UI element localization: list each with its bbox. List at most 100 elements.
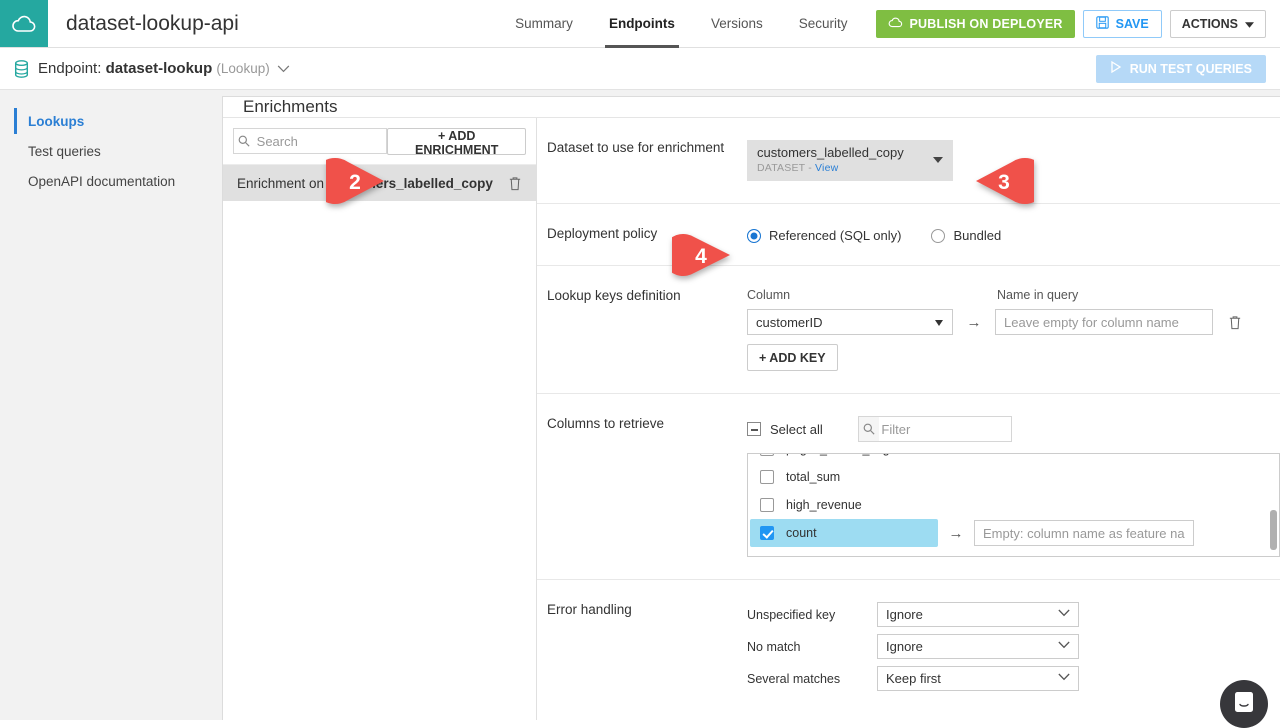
- sidebar: Lookups Test queries OpenAPI documentati…: [0, 90, 222, 720]
- chevron-down-icon: [933, 157, 943, 163]
- floppy-disk-icon: [1096, 16, 1109, 32]
- error-handling-section: Error handling Unspecified key Ignore: [537, 580, 1280, 720]
- columns-list-scrollbar[interactable]: [1270, 510, 1277, 550]
- name-in-query-header: Name in query: [997, 288, 1078, 302]
- lookup-key-name-input[interactable]: [995, 309, 1213, 335]
- endpoint-bar: Endpoint: dataset-lookup (Lookup) RUN TE…: [0, 48, 1280, 90]
- endpoint-name: dataset-lookup: [106, 60, 213, 77]
- chevron-down-icon: [1058, 672, 1070, 684]
- radio-bundled[interactable]: [931, 229, 945, 243]
- tab-security[interactable]: Security: [781, 0, 866, 48]
- column-name: total_sum: [786, 470, 840, 484]
- deployment-policy-options: Referenced (SQL only) Bundled: [747, 226, 1280, 243]
- unspecified-key-label: Unspecified key: [747, 608, 877, 622]
- save-label: SAVE: [1116, 17, 1149, 31]
- add-enrichment-button[interactable]: + ADD ENRICHMENT: [387, 128, 526, 155]
- unspecified-key-select[interactable]: Ignore: [877, 602, 1079, 627]
- column-name: high_revenue: [786, 498, 862, 512]
- tab-versions[interactable]: Versions: [693, 0, 781, 48]
- deployment-policy-section: Deployment policy Referenced (SQL only) …: [537, 204, 1280, 266]
- sidebar-item-test-queries[interactable]: Test queries: [0, 136, 222, 166]
- chevron-down-icon: [1058, 608, 1070, 620]
- column-feature-name-input[interactable]: [974, 520, 1194, 546]
- error-handling-label: Error handling: [547, 602, 747, 698]
- tab-summary[interactable]: Summary: [497, 0, 591, 48]
- dataset-select[interactable]: customers_labelled_copy DATASET - View: [747, 140, 953, 181]
- column-item-high-revenue[interactable]: high_revenue: [748, 491, 1279, 519]
- columns-to-retrieve-label: Columns to retrieve: [547, 416, 747, 557]
- add-key-button[interactable]: + ADD KEY: [747, 344, 838, 371]
- column-row-count: count →: [748, 519, 1279, 547]
- dataset-view-link[interactable]: View: [815, 162, 838, 174]
- sidebar-item-openapi-documentation[interactable]: OpenAPI documentation: [0, 166, 222, 196]
- annotation-marker-2-number: 2: [333, 158, 377, 208]
- unspecified-key-value: Ignore: [886, 607, 923, 622]
- lookup-key-column-value: customerID: [756, 315, 822, 330]
- lookup-keys-section: Lookup keys definition Column Name in qu…: [537, 266, 1280, 394]
- dataset-subtext: DATASET - View: [757, 161, 927, 175]
- filter-box[interactable]: [858, 416, 1012, 442]
- run-test-queries-button[interactable]: RUN TEST QUERIES: [1096, 55, 1266, 83]
- search-input[interactable]: [255, 133, 387, 150]
- chevron-down-icon[interactable]: [277, 61, 290, 76]
- cloud-icon: [888, 17, 903, 31]
- no-match-label: No match: [747, 640, 877, 654]
- main-area: Lookups Test queries OpenAPI documentati…: [0, 90, 1280, 720]
- database-icon: [14, 60, 29, 78]
- annotation-marker-3-number: 3: [982, 158, 1026, 208]
- select-all-label: Select all: [770, 422, 823, 437]
- error-handling-row-several-matches: Several matches Keep first: [747, 666, 1280, 691]
- radio-bundled-label: Bundled: [953, 228, 1001, 243]
- tab-endpoints[interactable]: Endpoints: [591, 0, 693, 48]
- filter-input[interactable]: [879, 421, 1010, 438]
- select-all-row: Select all: [747, 416, 1280, 442]
- endpoint-type: (Lookup): [216, 61, 269, 76]
- save-button[interactable]: SAVE: [1083, 10, 1162, 38]
- endpoint-prefix: Endpoint:: [38, 60, 101, 77]
- radio-referenced[interactable]: [747, 229, 761, 243]
- column-item-count[interactable]: count: [750, 519, 938, 547]
- chat-widget-button[interactable]: [1220, 680, 1268, 728]
- column-header: Column: [747, 288, 997, 302]
- dataset-section: Dataset to use for enrichment customers_…: [537, 118, 1280, 204]
- dataset-type: DATASET: [757, 162, 805, 174]
- column-checkbox[interactable]: [760, 453, 774, 456]
- delete-icon[interactable]: [508, 176, 522, 191]
- chevron-down-icon: [1245, 17, 1254, 31]
- publish-on-deployer-button[interactable]: PUBLISH ON DEPLOYER: [876, 10, 1075, 38]
- actions-label: ACTIONS: [1182, 17, 1238, 31]
- columns-list[interactable]: pages_visited_avg total_sum high_revenue: [747, 453, 1280, 557]
- lookup-key-row: customerID →: [747, 309, 1280, 335]
- lookup-key-column-select[interactable]: customerID: [747, 309, 953, 335]
- dataset-label: Dataset to use for enrichment: [547, 140, 747, 181]
- radio-referenced-label: Referenced (SQL only): [769, 228, 901, 243]
- chevron-down-icon: [935, 320, 943, 326]
- app-logo[interactable]: [0, 0, 48, 47]
- several-matches-select[interactable]: Keep first: [877, 666, 1079, 691]
- select-all-checkbox[interactable]: [747, 422, 761, 436]
- no-match-value: Ignore: [886, 639, 923, 654]
- annotation-marker-3: 3: [968, 158, 1034, 208]
- annotation-marker-4-number: 4: [679, 234, 723, 280]
- column-name: pages_visited_avg: [786, 453, 890, 456]
- column-item-total-sum[interactable]: total_sum: [748, 463, 1279, 491]
- sidebar-item-lookups[interactable]: Lookups: [0, 106, 222, 136]
- column-name: count: [786, 526, 817, 540]
- endpoint-label: Endpoint: dataset-lookup (Lookup): [38, 60, 270, 77]
- column-checkbox[interactable]: [760, 470, 774, 484]
- enrichment-list-column: + ADD ENRICHMENT Enrichment on customers…: [223, 118, 537, 720]
- annotation-marker-2: 2: [326, 158, 392, 208]
- error-handling-row-no-match: No match Ignore: [747, 634, 1280, 659]
- columns-to-retrieve-section: Columns to retrieve Select all: [537, 394, 1280, 580]
- several-matches-value: Keep first: [886, 671, 941, 686]
- enrichment-row-prefix: Enrichment on: [237, 176, 328, 191]
- column-item-pages-visited-avg[interactable]: pages_visited_avg: [748, 453, 1279, 463]
- search-box[interactable]: [233, 128, 387, 154]
- no-match-select[interactable]: Ignore: [877, 634, 1079, 659]
- column-checkbox[interactable]: [760, 526, 774, 540]
- search-icon: [859, 417, 880, 441]
- top-navigation: Summary Endpoints Versions Security PUBL…: [497, 0, 1280, 47]
- column-checkbox[interactable]: [760, 498, 774, 512]
- actions-button[interactable]: ACTIONS: [1170, 10, 1266, 38]
- delete-icon[interactable]: [1228, 315, 1242, 330]
